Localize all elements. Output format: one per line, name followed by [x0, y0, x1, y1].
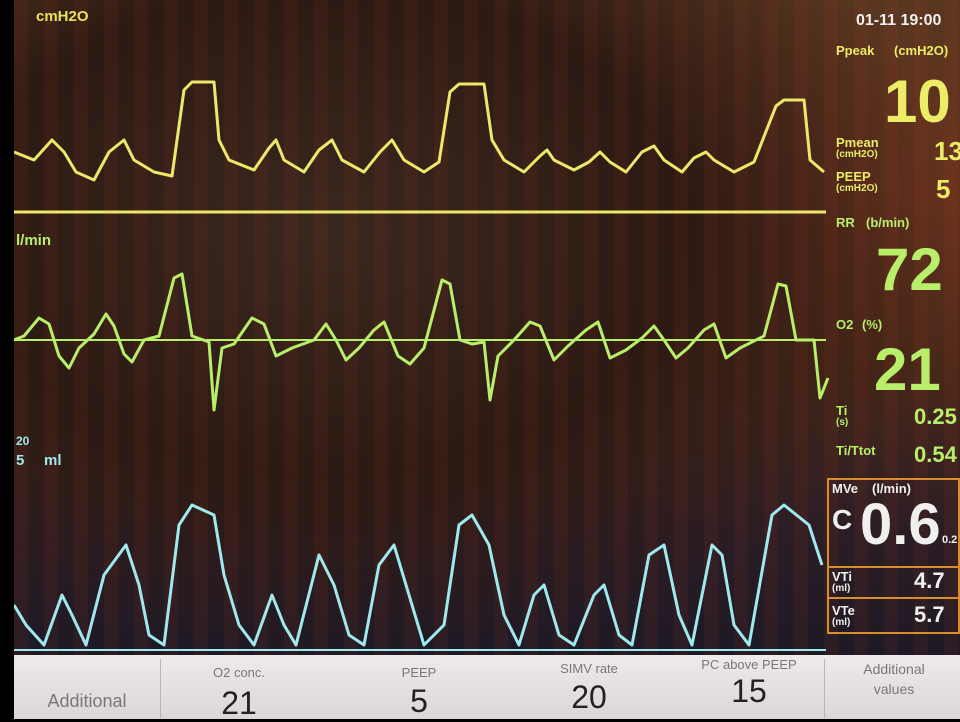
- divider: [824, 659, 825, 719]
- ti-value: 0.25: [914, 404, 957, 429]
- simv-rate-control[interactable]: SIMV rate 20: [514, 655, 664, 719]
- pmean-unit: (cmH2O): [836, 149, 878, 160]
- pc-above-peep-control[interactable]: PC above PEEP 15: [674, 655, 824, 719]
- pc-above-peep-value: 15: [731, 673, 767, 709]
- o2-value: 21: [874, 336, 941, 403]
- ppeak-value: 10: [884, 68, 951, 135]
- flow-unit-label: l/min: [16, 232, 52, 249]
- pressure-waveform: [14, 80, 826, 214]
- o2-conc-value: 21: [221, 685, 257, 721]
- rr-label: RR: [836, 215, 855, 230]
- o2-conc-label: O2 conc.: [212, 665, 266, 680]
- additional-button[interactable]: Additional: [14, 655, 160, 719]
- divider: [160, 659, 161, 719]
- simv-rate-value: 20: [571, 679, 607, 715]
- mve-label: MVe: [832, 481, 859, 496]
- vte-label: VTe: [832, 603, 855, 618]
- volume-scale-top: 20: [16, 434, 30, 448]
- vte-unit: (ml): [832, 617, 851, 628]
- simv-rate-label: SIMV rate: [560, 661, 618, 676]
- vte-value: 5.7: [914, 602, 945, 627]
- ventilator-screen: cmH2O l/min 20 5 ml 01-11 19:00 Ppeak (c…: [14, 0, 960, 660]
- ppeak-label: Ppeak: [836, 43, 875, 58]
- peep-unit: (cmH2O): [836, 183, 878, 194]
- pmean-value: 13: [934, 136, 960, 166]
- pressure-unit-label: cmH2O: [36, 8, 89, 25]
- volume-scale-sub: 5: [16, 452, 25, 469]
- flow-waveform: [14, 272, 830, 412]
- ti-ttot-value: 0.54: [914, 442, 957, 467]
- vti-value: 4.7: [914, 568, 945, 593]
- ppeak-unit: (cmH2O): [894, 43, 949, 58]
- ti-ttot-label: Ti/Ttot: [836, 443, 876, 458]
- peep-value: 5: [936, 174, 951, 204]
- vti-unit: (ml): [832, 583, 851, 594]
- control-bar: Additional O2 conc. 21 PEEP 5 SIMV rate …: [14, 655, 960, 721]
- peep-control-label: PEEP: [401, 665, 437, 680]
- mve-sub: 0.2: [942, 534, 958, 546]
- volume-unit-label: ml: [44, 452, 62, 469]
- o2-label: O2: [836, 317, 854, 332]
- datetime: 01-11 19:00: [856, 12, 942, 29]
- ti-unit: (s): [836, 417, 849, 428]
- rr-value: 72: [876, 236, 943, 303]
- peep-control[interactable]: PEEP 5: [344, 655, 494, 719]
- o2-unit: (%): [862, 317, 883, 332]
- peep-label: PEEP: [836, 169, 871, 184]
- ti-label: Ti: [836, 403, 848, 418]
- volume-waveform: [14, 503, 826, 651]
- rr-unit: (b/min): [866, 215, 910, 230]
- pc-above-peep-label: PC above PEEP: [701, 657, 797, 672]
- o2-conc-control[interactable]: O2 conc. 21: [164, 655, 314, 721]
- peep-control-value: 5: [410, 683, 428, 719]
- vti-label: VTi: [832, 569, 852, 584]
- mve-mode: C: [832, 504, 853, 535]
- mve-value: 0.6: [860, 492, 941, 557]
- pmean-label: Pmean: [836, 135, 879, 150]
- additional-values-button[interactable]: Additional values: [828, 655, 960, 719]
